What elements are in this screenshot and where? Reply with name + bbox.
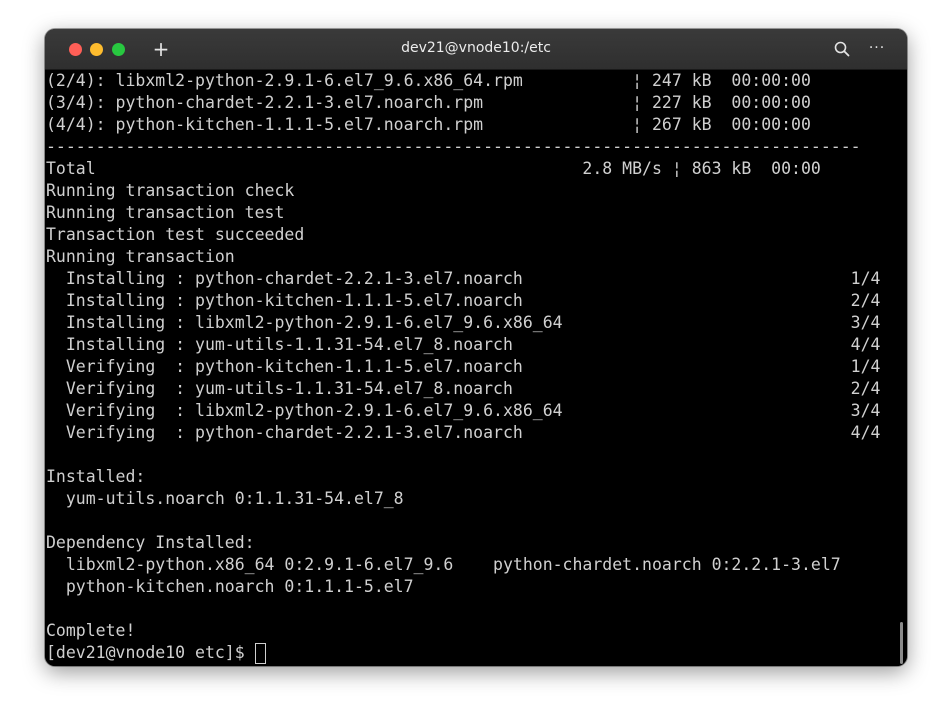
terminal-line: Verifying : yum-utils-1.1.31-54.el7_8.no…: [46, 379, 881, 398]
window-title: dev21@vnode10:/etc: [401, 40, 551, 56]
terminal-line: Running transaction check: [46, 181, 295, 200]
terminal-line: Installing : python-kitchen-1.1.1-5.el7.…: [46, 291, 881, 310]
terminal-line: Transaction test succeeded: [46, 225, 305, 244]
terminal-line: Running transaction test: [46, 203, 285, 222]
more-icon[interactable]: ···: [867, 38, 887, 58]
terminal-line: yum-utils.noarch 0:1.1.31-54.el7_8: [46, 489, 404, 508]
search-icon[interactable]: [833, 40, 851, 58]
terminal-line: Complete!: [46, 621, 136, 640]
separator-line: ----------------------------------------…: [46, 137, 861, 156]
terminal-line: Installed:: [46, 467, 146, 486]
title-bar[interactable]: + dev21@vnode10:/etc ···: [45, 29, 907, 70]
terminal-line: (3/4): python-chardet-2.2.1-3.el7.noarch…: [46, 93, 811, 112]
terminal-line: Total 2.8 MB/s ¦ 863 kB 00:00: [46, 159, 821, 178]
terminal-line: libxml2-python.x86_64 0:2.9.1-6.el7_9.6 …: [46, 555, 841, 574]
terminal-line: Installing : libxml2-python-2.9.1-6.el7_…: [46, 313, 881, 332]
terminal-line: (4/4): python-kitchen-1.1.1-5.el7.noarch…: [46, 115, 811, 134]
terminal-line: Verifying : python-kitchen-1.1.1-5.el7.n…: [46, 357, 881, 376]
terminal-line: Installing : yum-utils-1.1.31-54.el7_8.n…: [46, 335, 881, 354]
terminal-line: Running transaction: [46, 247, 235, 266]
terminal-window: + dev21@vnode10:/etc ··· (2/4): libxml2-…: [45, 29, 907, 666]
terminal-line: Dependency Installed:: [46, 533, 255, 552]
text-cursor: [255, 643, 266, 664]
terminal-line: Verifying : libxml2-python-2.9.1-6.el7_9…: [46, 401, 881, 420]
terminal-line: Installing : python-chardet-2.2.1-3.el7.…: [46, 269, 881, 288]
terminal-line: python-kitchen.noarch 0:1.1.1-5.el7: [46, 577, 414, 596]
terminal-line: Verifying : python-chardet-2.2.1-3.el7.n…: [46, 423, 881, 442]
scrollbar[interactable]: [900, 622, 903, 664]
terminal-line: (2/4): libxml2-python-2.9.1-6.el7_9.6.x8…: [46, 71, 811, 90]
shell-prompt: [dev21@vnode10 etc]$: [46, 643, 255, 662]
terminal-output[interactable]: (2/4): libxml2-python-2.9.1-6.el7_9.6.x8…: [45, 70, 907, 666]
